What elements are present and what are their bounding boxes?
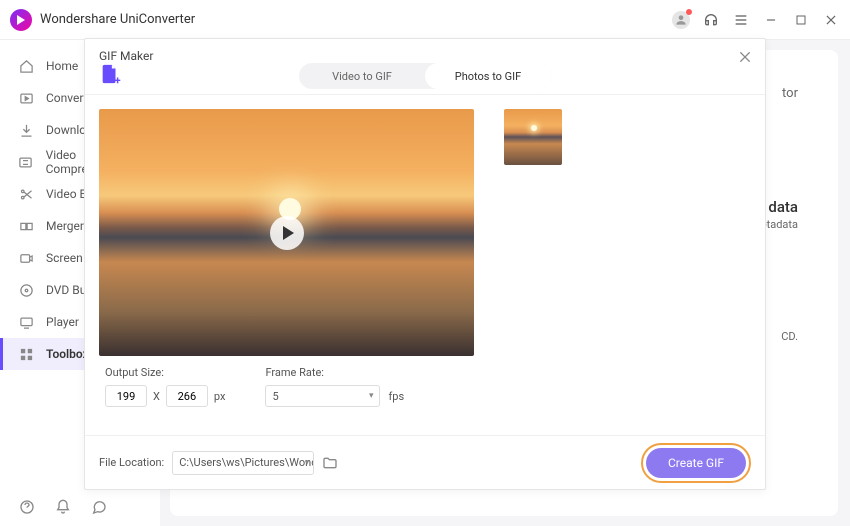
app-logo-icon — [10, 9, 32, 31]
player-icon — [18, 314, 34, 330]
toolbox-icon — [18, 346, 34, 362]
minimize-icon[interactable] — [762, 11, 780, 29]
output-size-label: Output Size: — [105, 366, 225, 379]
sidebar-item-label: Player — [46, 315, 79, 329]
avatar-icon[interactable] — [672, 11, 690, 29]
help-icon[interactable] — [18, 498, 36, 516]
frame-rate-control: Frame Rate: 5▾ fps — [265, 366, 404, 407]
bg-hint: CD. — [781, 330, 798, 343]
create-gif-highlight: Create GIF — [641, 443, 751, 483]
modal-title: GIF Maker — [99, 49, 153, 63]
bg-hint: data — [768, 198, 798, 216]
tab-photos-to-gif[interactable]: Photos to GIF — [425, 63, 551, 89]
tab-video-to-gif[interactable]: Video to GIF — [299, 63, 425, 89]
home-icon — [18, 58, 34, 74]
times-label: X — [153, 390, 160, 403]
maximize-icon[interactable] — [792, 11, 810, 29]
bg-hint: etadata — [761, 218, 798, 231]
file-location-label: File Location: — [99, 456, 164, 469]
frame-rate-label: Frame Rate: — [265, 366, 404, 379]
close-window-icon[interactable] — [822, 11, 840, 29]
bg-hint: tor — [782, 86, 798, 101]
mode-segment: Video to GIF Photos to GIF — [299, 63, 551, 89]
support-icon[interactable] — [702, 11, 720, 29]
bell-icon[interactable] — [54, 498, 72, 516]
open-folder-icon[interactable] — [322, 455, 338, 471]
converter-icon — [18, 90, 34, 106]
frame-rate-select[interactable]: 5▾ — [265, 385, 380, 407]
compress-icon — [18, 154, 34, 170]
output-size-control: Output Size: X px — [105, 366, 225, 407]
sidebar-item-label: Home — [46, 59, 78, 73]
width-input[interactable] — [105, 385, 147, 407]
dvd-icon — [18, 282, 34, 298]
height-input[interactable] — [166, 385, 208, 407]
gif-maker-modal: GIF Maker + Video to GIF Photos to GIF O… — [84, 38, 766, 490]
title-bar: Wondershare UniConverter — [0, 0, 850, 40]
feedback-icon[interactable] — [90, 498, 108, 516]
scissors-icon — [18, 186, 34, 202]
download-icon — [18, 122, 34, 138]
file-location-select[interactable]: C:\Users\ws\Pictures\Wonders — [172, 451, 314, 475]
menu-icon[interactable] — [732, 11, 750, 29]
sidebar-item-label: Toolbox — [46, 347, 89, 361]
fps-label: fps — [388, 390, 404, 403]
recorder-icon — [18, 250, 34, 266]
create-gif-button[interactable]: Create GIF — [646, 448, 746, 478]
app-title: Wondershare UniConverter — [40, 12, 195, 27]
close-icon[interactable] — [737, 49, 753, 65]
add-file-icon[interactable]: + — [99, 63, 121, 85]
px-label: px — [214, 390, 226, 403]
merger-icon — [18, 218, 34, 234]
preview-area — [99, 109, 474, 356]
play-button[interactable] — [270, 216, 304, 250]
thumbnail[interactable] — [504, 109, 562, 165]
sidebar-item-label: Merger — [46, 219, 84, 233]
svg-text:+: + — [115, 74, 121, 85]
